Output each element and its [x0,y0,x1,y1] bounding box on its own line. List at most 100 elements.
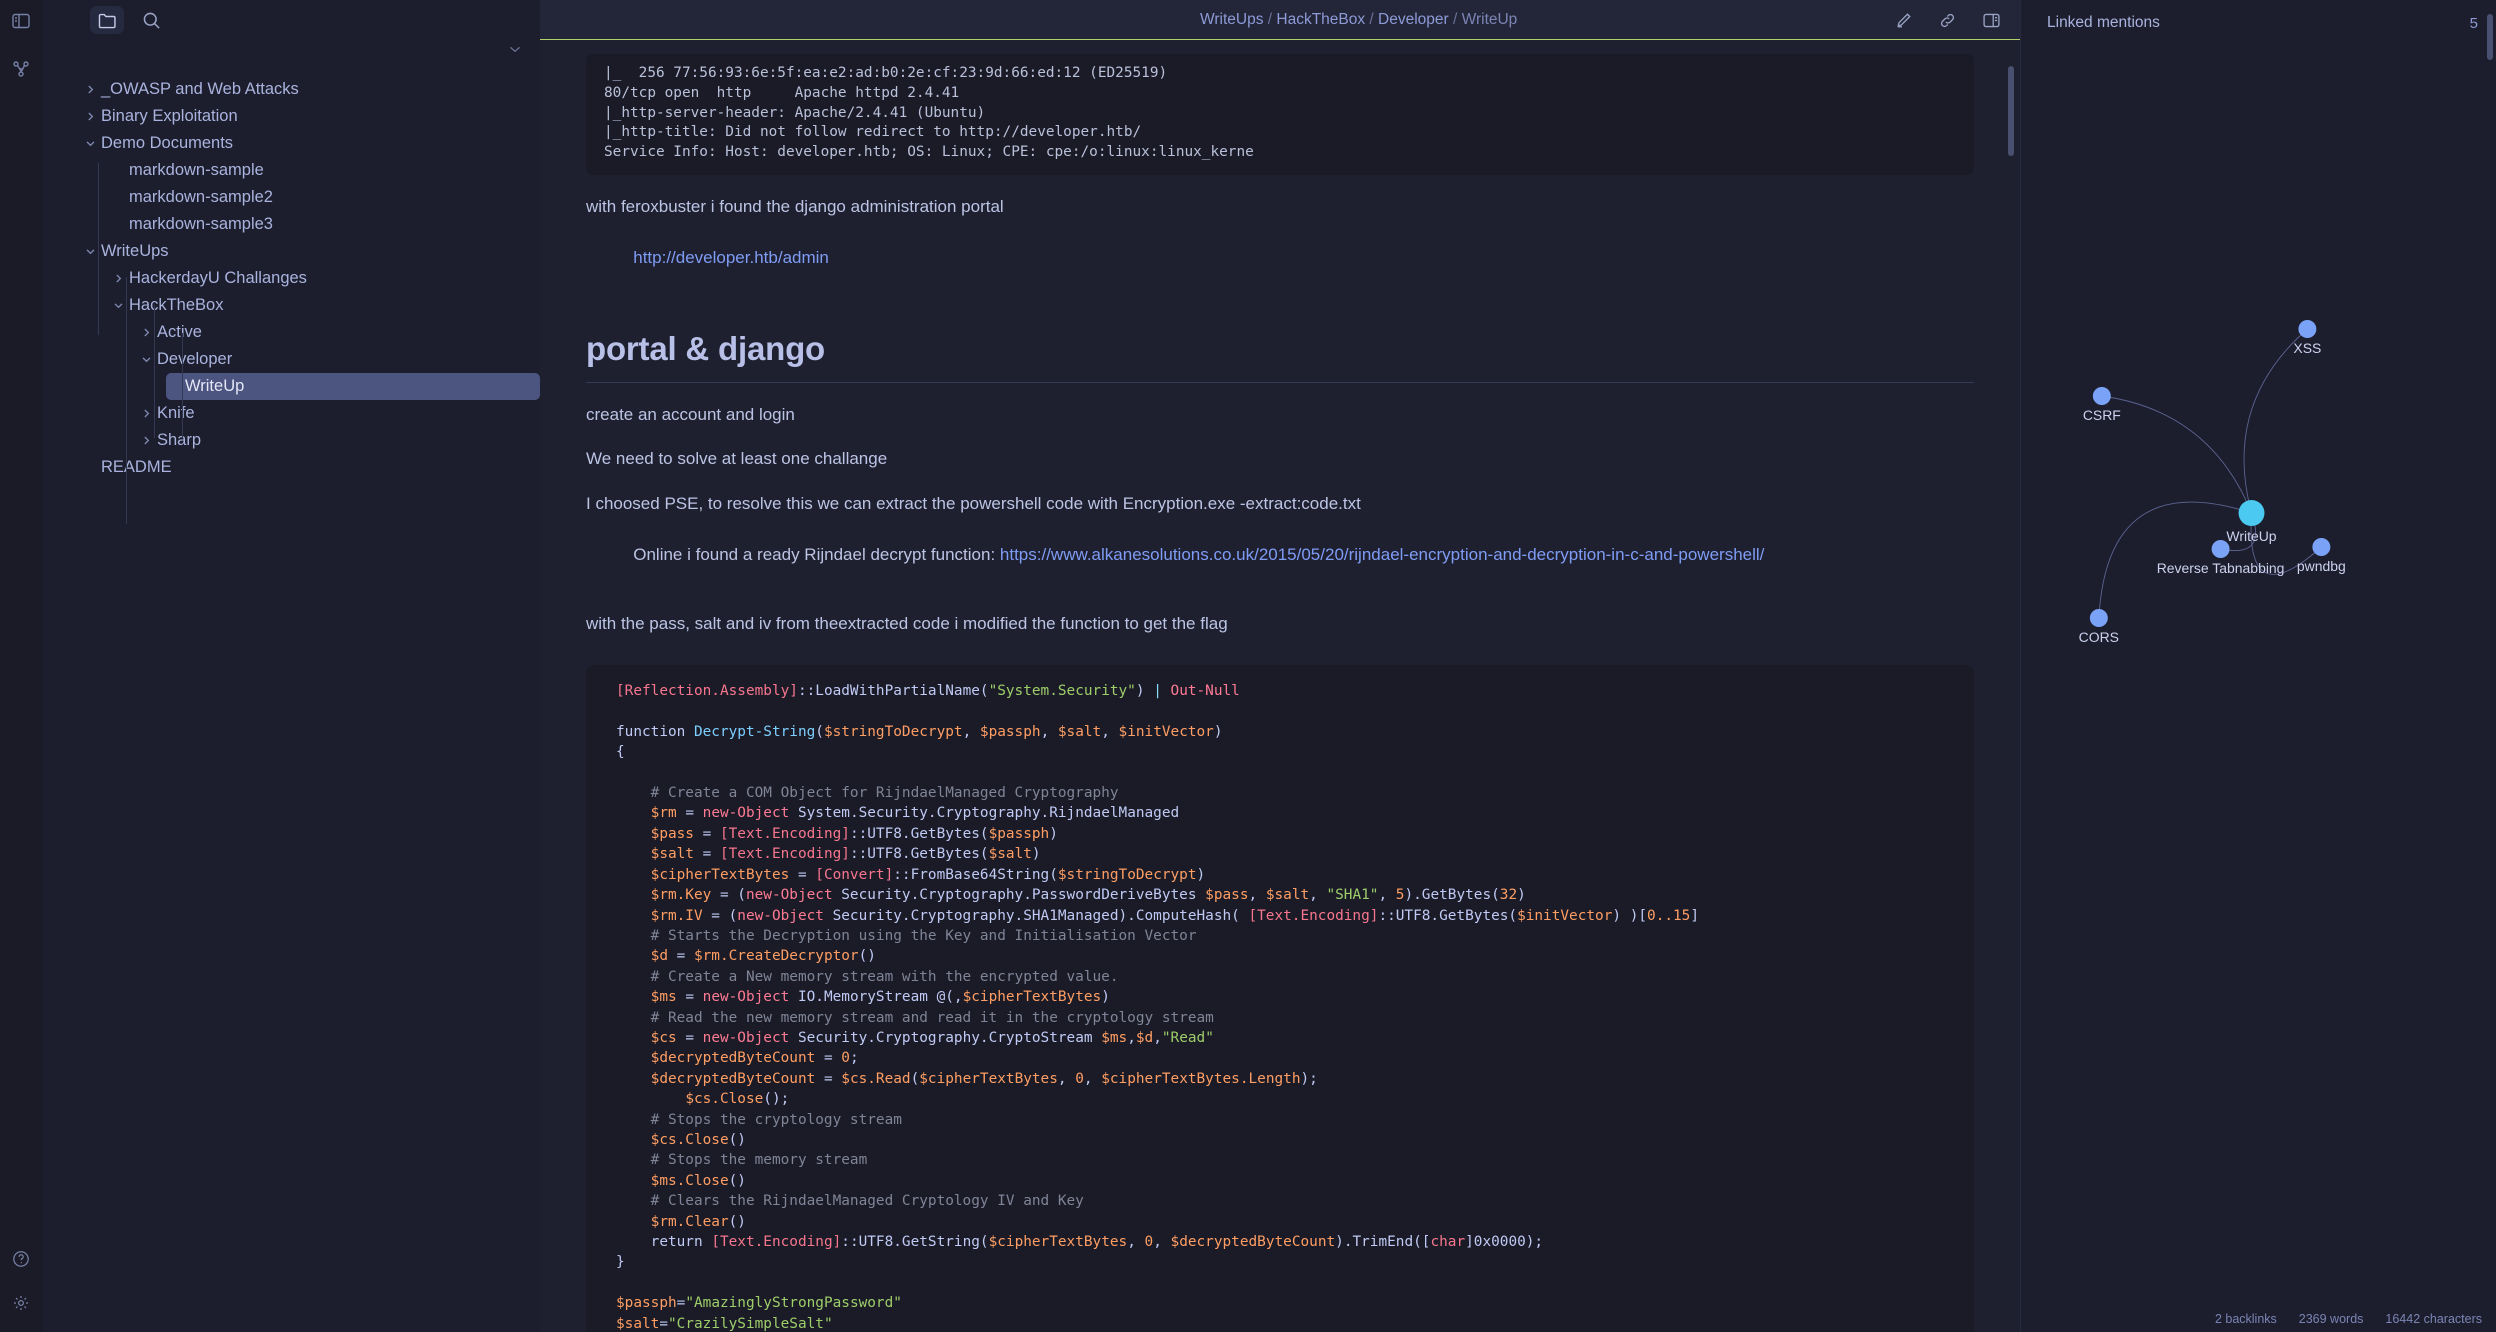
breadcrumb-separator: / [1448,11,1462,28]
nmap-output-code-block: |_ 256 77:56:93:6e:5f:ea:e2:ad:b0:2e:cf:… [586,54,1974,175]
activity-ribbon [0,0,42,1332]
breadcrumb-part[interactable]: WriteUps [1200,11,1263,28]
chevron-right-icon[interactable] [138,406,154,422]
linked-mentions-header[interactable]: Linked mentions 5 [2021,0,2496,46]
code-token: $rm [650,805,677,822]
tree-file-item[interactable]: markdown-sample2 [110,184,540,211]
graph-node[interactable] [2298,320,2317,338]
tree-file-item[interactable]: README [82,454,540,481]
tree-folder-item[interactable]: Sharp [138,427,540,454]
code-token: [Convert] [815,866,894,883]
document-scrollbar[interactable] [2008,66,2014,156]
gear-icon[interactable] [8,1290,34,1316]
code-token: new-Object [702,989,790,1006]
tab-search[interactable] [134,6,168,34]
code-token: $passph [988,825,1050,842]
tree-item-label: HackerdayU Challanges [129,269,307,288]
code-token: $passph [979,723,1041,740]
chevron-down-icon[interactable] [82,244,98,260]
code-token: Security.Cryptography.PasswordDeriveByte… [832,887,1206,904]
chevron-right-icon[interactable] [110,271,126,287]
tree-file-item[interactable]: markdown-sample3 [110,211,540,238]
edit-pencil-icon[interactable] [1892,9,1914,31]
code-token: $stringToDecrypt [1057,866,1197,883]
code-token: 0 [1144,1234,1154,1250]
tree-folder-item[interactable]: Developer [138,346,540,373]
chevron-right-icon[interactable] [82,82,98,98]
chevron-down-icon[interactable] [110,298,126,314]
code-token: ::UTF8.GetBytes( [849,846,989,863]
tree-folder-item[interactable]: HackTheBox [110,292,540,319]
breadcrumb-part[interactable]: Developer [1378,11,1449,28]
chevron-right-icon[interactable] [138,433,154,449]
code-token: "AmazinglyStrongPassword" [685,1295,902,1312]
breadcrumb-part[interactable]: HackTheBox [1276,11,1365,28]
chevron-down-icon[interactable] [82,136,98,152]
chevron-right-icon[interactable] [138,325,154,341]
code-line: $passph="AmazinglyStrongPassword" [616,1293,1952,1313]
paragraph-online-rijndael: Online i found a ready Rijndael decrypt … [586,518,1974,592]
tree-folder-item[interactable]: _OWASP and Web Attacks [82,76,540,103]
paragraph-modified-function: with the pass, salt and iv from theextra… [586,614,1228,634]
tree-file-item[interactable]: markdown-sample [110,157,540,184]
breadcrumb[interactable]: WriteUps / HackTheBox / Developer / Writ… [1200,11,1517,29]
tree-folder-item[interactable]: Demo Documents [82,130,540,157]
code-token: $cipherTextBytes.Length [1101,1070,1301,1087]
code-line: $cipherTextBytes = [Convert]::FromBase64… [616,865,1952,885]
code-token: ::FromBase64String( [893,866,1058,883]
tree-folder-item[interactable]: HackerdayU Challanges [110,265,540,292]
breadcrumb-separator: / [1365,11,1379,28]
graph-node[interactable] [2211,540,2230,558]
status-characters[interactable]: 16442 characters [2385,1312,2482,1326]
code-token: $pass [650,825,694,842]
file-tree: _OWASP and Web Attacks Binary Exploitatio… [42,70,540,481]
file-explorer-sidebar: _OWASP and Web Attacks Binary Exploitatio… [42,0,540,1332]
code-line: $rm.Clear() [616,1212,1952,1232]
tree-item-spacer [166,379,182,395]
local-graph-view[interactable]: WriteUp XSS CSRF CORS Reverse Tabnabbing pwnd… [2021,46,2496,1332]
code-line: $pass = [Text.Encoding]::UTF8.GetBytes($… [616,824,1952,844]
tree-folder-item[interactable]: WriteUps [82,238,540,265]
paragraph-create-account: create an account and login [586,404,795,424]
link-icon[interactable] [1936,9,1958,31]
graph-canvas[interactable]: WriteUp XSS CSRF CORS Reverse Tabnabbing pwnd… [2021,46,2496,1332]
code-token: } [616,1254,625,1271]
tree-folder-item[interactable]: Knife [138,400,540,427]
tab-files[interactable] [90,6,124,34]
graph-node[interactable] [2089,609,2108,627]
code-token: # Read the new memory stream and read it… [616,1009,1214,1026]
code-line: function Decrypt-String($stringToDecrypt… [616,722,1952,742]
code-token: = ( [702,907,738,924]
rijndael-article-url[interactable]: https://www.alkanesolutions.co.uk/2015/0… [1000,545,1764,564]
graph-node[interactable] [2312,538,2331,556]
code-token: ) )[ [1612,907,1648,924]
code-token: () [728,1172,746,1189]
code-token: $ms [1101,1029,1128,1046]
graph-node[interactable] [2092,387,2111,405]
help-icon[interactable] [8,1246,34,1272]
code-token: return [616,1234,712,1250]
tree-folder-item[interactable]: Active [138,319,540,346]
tree-item-selected[interactable]: WriteUp [166,373,540,400]
code-token: ; [849,1050,859,1067]
code-token: { [616,744,625,761]
collapse-all-icon[interactable] [506,40,524,58]
code-token: $salt [988,846,1032,863]
status-backlinks[interactable]: 2 backlinks [2215,1312,2277,1326]
tree-folder-item[interactable]: Binary Exploitation [82,103,540,130]
document-topbar: WriteUps / HackTheBox / Developer / Writ… [540,0,2020,40]
chevron-down-icon[interactable] [138,352,154,368]
status-words[interactable]: 2369 words [2299,1312,2364,1326]
admin-portal-url[interactable]: http://developer.htb/admin [633,248,829,267]
graph-node-active[interactable] [2238,500,2265,526]
graph-view-icon[interactable] [8,56,34,82]
document-scroll-area[interactable]: |_ 256 77:56:93:6e:5f:ea:e2:ad:b0:2e:cf:… [540,40,2020,1332]
sidebar-toolbar [42,40,540,70]
link-admin-portal[interactable]: http://developer.htb/admin [586,222,1974,296]
right-panel-toggle-icon[interactable] [1980,9,2002,31]
code-line: [Reflection.Assembly]::LoadWithPartialNa… [616,681,1952,701]
chevron-right-icon[interactable] [82,109,98,125]
right-panel-scrollbar[interactable] [2487,14,2493,60]
sidebar-toggle-icon[interactable] [8,8,34,34]
